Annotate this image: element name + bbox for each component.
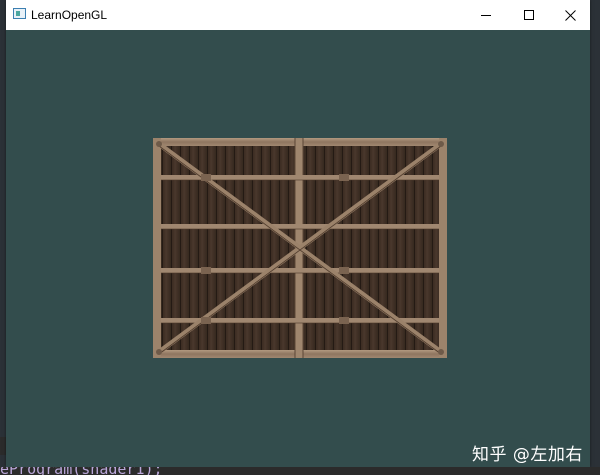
app-icon xyxy=(13,8,26,19)
minimize-icon xyxy=(481,15,491,16)
app-window: LearnOpenGL 知乎 @左加右 xyxy=(6,0,590,467)
code-line: eProgram(shader1); xyxy=(0,467,163,475)
watermark-text: 知乎 @左加右 xyxy=(472,445,583,465)
wooden-crate-quad xyxy=(153,138,447,358)
maximize-button[interactable] xyxy=(507,0,551,30)
maximize-icon xyxy=(524,10,534,20)
close-button[interactable] xyxy=(548,0,592,30)
render-viewport[interactable]: 知乎 @左加右 xyxy=(6,30,590,467)
background-editor-code: eProgram(shader1); xyxy=(0,467,600,475)
window-title: LearnOpenGL xyxy=(31,8,108,22)
minimize-button[interactable] xyxy=(464,0,508,30)
close-icon xyxy=(564,9,576,21)
title-bar[interactable]: LearnOpenGL xyxy=(6,0,590,30)
